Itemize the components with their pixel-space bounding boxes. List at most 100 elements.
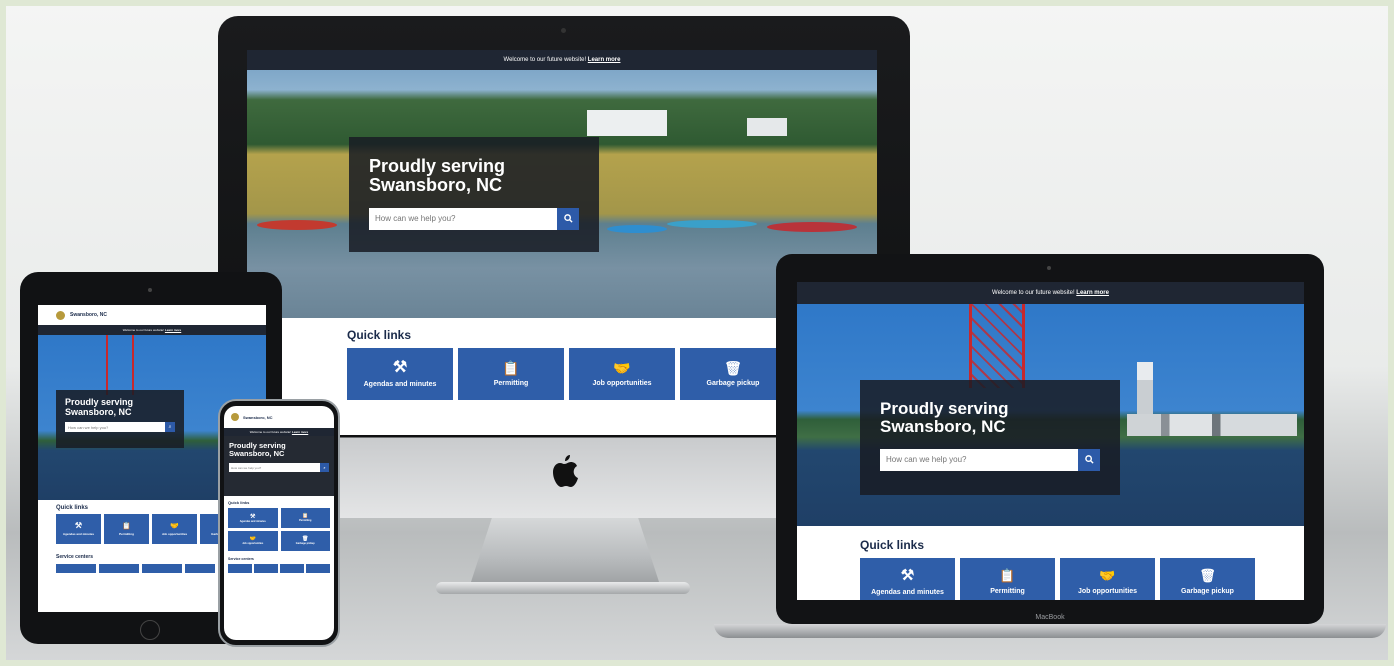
phone-banner: Welcome to our future website! Learn mor… xyxy=(224,428,334,436)
hero-title-line2: Swansboro, NC xyxy=(229,449,285,459)
tablet-header: Swansboro, NC xyxy=(38,305,266,325)
tile-permitting[interactable]: 📋 Permitting xyxy=(960,558,1055,600)
tile-label: Job opportunities xyxy=(1077,588,1138,595)
laptop-banner: Welcome to our future website! Learn mor… xyxy=(797,282,1304,304)
service-center-pill[interactable] xyxy=(56,564,96,573)
banner-text: Welcome to our future website! xyxy=(503,57,587,63)
imac-search xyxy=(369,207,579,230)
service-center-pill[interactable] xyxy=(228,564,252,573)
search-button[interactable] xyxy=(557,207,579,230)
hero-title: Proudly serving Swansboro, NC xyxy=(229,441,329,459)
clipboard-icon: 📋 xyxy=(502,360,520,376)
search-input[interactable] xyxy=(65,422,165,433)
service-center-pill[interactable] xyxy=(254,564,278,573)
brand-name: Swansboro, NC xyxy=(243,414,273,420)
service-center-pill[interactable] xyxy=(306,564,330,573)
tile-label: Agendas and minutes xyxy=(62,532,95,536)
tile-label: Garbage pickup xyxy=(295,542,315,545)
gavel-icon: ⚒ xyxy=(74,521,83,530)
tile-agendas[interactable]: ⚒ Agendas and minutes xyxy=(347,348,453,400)
laptop-screen: Welcome to our future website! Learn mor… xyxy=(797,282,1304,600)
laptop-quick-links: Quick links ⚒ Agendas and minutes 📋 Permit… xyxy=(797,526,1304,600)
laptop-hero-box: Proudly serving Swansboro, NC xyxy=(860,380,1120,495)
hero-title: Proudly serving Swansboro, NC xyxy=(65,397,175,417)
imac-hero-box: Proudly serving Swansboro, NC xyxy=(349,137,599,252)
service-center-pill[interactable] xyxy=(142,564,182,573)
water-tower xyxy=(1137,362,1153,422)
hero-title: Proudly serving Swansboro, NC xyxy=(369,156,579,196)
clipboard-icon: 📋 xyxy=(122,522,131,530)
search-input[interactable] xyxy=(229,463,320,473)
laptop-base xyxy=(714,624,1386,638)
banner-learn-more-link[interactable]: Learn more xyxy=(588,57,621,63)
banner-text: Welcome to our future website! xyxy=(122,328,165,332)
imac-stand-base xyxy=(436,582,690,594)
tile-label: Permitting xyxy=(299,519,312,522)
banner-learn-more-link[interactable]: Learn more xyxy=(165,328,181,332)
search-button[interactable]: ⌕ xyxy=(165,422,175,433)
tile-garbage[interactable]: 🗑Garbage pickup xyxy=(280,531,330,551)
banner-learn-more-link[interactable]: Learn more xyxy=(1076,290,1109,296)
phone-search: ⌕ xyxy=(229,463,329,473)
hero-title-line2: Swansboro, NC xyxy=(65,406,132,417)
phone-screen: Swansboro, NC Welcome to our future webs… xyxy=(224,406,334,640)
quick-links-title: Quick links xyxy=(228,500,250,505)
tablet-camera-icon xyxy=(148,288,152,292)
tablet-banner: Welcome to our future website! Learn mor… xyxy=(38,325,266,335)
banner-text: Welcome to our future website! xyxy=(249,430,292,434)
search-input[interactable] xyxy=(880,448,1078,471)
service-center-pill[interactable] xyxy=(280,564,304,573)
tile-label: Permitting xyxy=(119,531,134,536)
tablet-home-button xyxy=(140,620,160,640)
kayak-red-left xyxy=(257,220,337,230)
service-center-pill[interactable] xyxy=(185,564,215,573)
city-seal-icon xyxy=(56,310,65,320)
tablet-hero-box: Proudly serving Swansboro, NC ⌕ xyxy=(56,390,184,448)
phone-header: Swansboro, NC xyxy=(224,406,334,428)
tile-label: Job opportunities xyxy=(242,542,264,545)
banner-text: Welcome to our future website! xyxy=(992,290,1075,296)
clipboard-icon: 📋 xyxy=(999,568,1016,583)
tile-garbage[interactable]: 🗑 Garbage pickup xyxy=(1160,558,1255,600)
trash-icon: 🗑 xyxy=(1199,568,1216,583)
tile-agendas[interactable]: ⚒ Agendas and minutes xyxy=(228,508,278,528)
tile-jobs[interactable]: 🤝 Job opportunities xyxy=(569,348,675,400)
tile-agendas[interactable]: ⚒ Agendas and minutes xyxy=(860,558,955,600)
tile-agendas[interactable]: ⚒ Agendas and minutes xyxy=(56,514,101,544)
banner-learn-more-link[interactable]: Learn more xyxy=(292,430,308,434)
hero-title-line1: Proudly serving xyxy=(880,399,1009,418)
houses xyxy=(1127,414,1297,436)
service-centers-title: Service centers xyxy=(228,557,254,561)
tile-label: Agendas and minutes xyxy=(239,519,266,523)
tile-permitting[interactable]: 📋 Permitting xyxy=(458,348,564,400)
handshake-icon: 🤝 xyxy=(170,522,179,530)
search-button[interactable] xyxy=(1078,448,1100,471)
tile-label: Agendas and minutes xyxy=(363,381,437,388)
search-icon xyxy=(563,214,573,223)
tile-label: Permitting xyxy=(990,588,1025,595)
brand-name: Swansboro, NC xyxy=(70,312,107,318)
tile-label: Job opportunities xyxy=(161,531,188,536)
imac-banner: Welcome to our future website! Learn mor… xyxy=(247,50,877,70)
imac-stand xyxy=(470,515,660,585)
tile-permitting[interactable]: 📋 Permitting xyxy=(104,514,149,544)
tile-label: Job opportunities xyxy=(592,380,652,387)
phone-hero-box: Proudly serving Swansboro, NC ⌕ xyxy=(224,436,334,496)
service-center-pill[interactable] xyxy=(99,564,139,573)
crane-structure xyxy=(969,304,1025,388)
tile-garbage[interactable]: 🗑Garbage pickup xyxy=(680,348,786,400)
laptop-camera-icon xyxy=(1047,266,1051,270)
tile-label: Garbage pickup xyxy=(1181,588,1234,595)
quick-links-tiles: ⚒ Agendas and minutes 📋 Permitting 🤝 Job op… xyxy=(860,558,1304,600)
kayak-red-right xyxy=(767,222,857,232)
tile-jobs[interactable]: 🤝 Job opportunities xyxy=(152,514,197,544)
tile-jobs[interactable]: 🤝 Job opportunities xyxy=(1060,558,1155,600)
search-button[interactable]: ⌕ xyxy=(320,463,329,473)
tile-permitting[interactable]: 📋 Permitting xyxy=(280,508,330,528)
search-input[interactable] xyxy=(369,207,557,230)
handshake-icon: 🤝 xyxy=(613,360,631,376)
house-white-right xyxy=(747,118,787,136)
city-seal-icon xyxy=(231,413,239,421)
tile-jobs[interactable]: 🤝 Job opportunities xyxy=(228,531,278,551)
gavel-icon: ⚒ xyxy=(900,567,915,584)
